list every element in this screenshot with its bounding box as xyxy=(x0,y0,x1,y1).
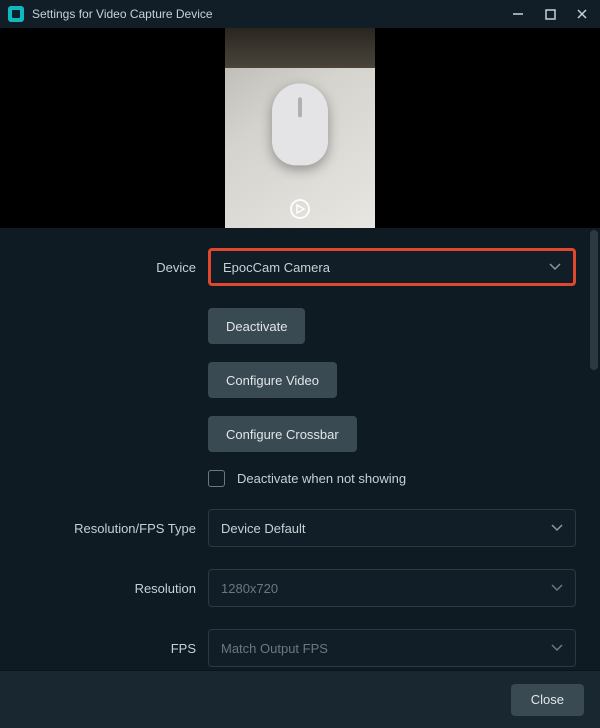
device-select[interactable]: EpocCam Camera xyxy=(208,248,576,286)
resolution-select[interactable]: 1280x720 xyxy=(208,569,576,607)
close-button[interactable]: Close xyxy=(511,684,584,716)
deactivate-when-not-showing-label: Deactivate when not showing xyxy=(237,471,406,486)
window-controls xyxy=(508,4,592,24)
titlebar: Settings for Video Capture Device xyxy=(0,0,600,28)
deactivate-button-label: Deactivate xyxy=(226,319,287,334)
chevron-down-icon xyxy=(551,524,563,532)
minimize-button[interactable] xyxy=(508,4,528,24)
close-icon xyxy=(576,8,588,20)
window-title: Settings for Video Capture Device xyxy=(32,7,508,21)
dialog-footer: Close xyxy=(0,670,600,728)
fps-select-value: Match Output FPS xyxy=(221,641,328,656)
configure-crossbar-button-label: Configure Crossbar xyxy=(226,427,339,442)
chevron-down-icon xyxy=(551,644,563,652)
maximize-button[interactable] xyxy=(540,4,560,24)
resolution-select-value: 1280x720 xyxy=(221,581,278,596)
fps-select[interactable]: Match Output FPS xyxy=(208,629,576,667)
minimize-icon xyxy=(512,8,524,20)
deactivate-when-not-showing-checkbox[interactable] xyxy=(208,470,225,487)
res-type-select-value: Device Default xyxy=(221,521,306,536)
configure-crossbar-button[interactable]: Configure Crossbar xyxy=(208,416,357,452)
resolution-label: Resolution xyxy=(24,581,208,596)
settings-form: Device EpocCam Camera Deactivate Configu… xyxy=(0,228,600,670)
close-window-button[interactable] xyxy=(572,4,592,24)
res-type-select[interactable]: Device Default xyxy=(208,509,576,547)
device-select-value: EpocCam Camera xyxy=(223,260,330,275)
deactivate-button[interactable]: Deactivate xyxy=(208,308,305,344)
configure-video-button[interactable]: Configure Video xyxy=(208,362,337,398)
video-preview xyxy=(0,28,600,228)
preview-image xyxy=(225,28,375,228)
chevron-down-icon xyxy=(549,263,561,271)
configure-video-button-label: Configure Video xyxy=(226,373,319,388)
device-label: Device xyxy=(24,260,208,275)
chevron-down-icon xyxy=(551,584,563,592)
close-button-label: Close xyxy=(531,692,564,707)
elgato-logo-icon xyxy=(289,198,311,220)
fps-label: FPS xyxy=(24,641,208,656)
maximize-icon xyxy=(545,9,556,20)
res-type-label: Resolution/FPS Type xyxy=(24,521,208,536)
app-icon xyxy=(8,6,24,22)
scrollbar-thumb[interactable] xyxy=(590,230,598,370)
